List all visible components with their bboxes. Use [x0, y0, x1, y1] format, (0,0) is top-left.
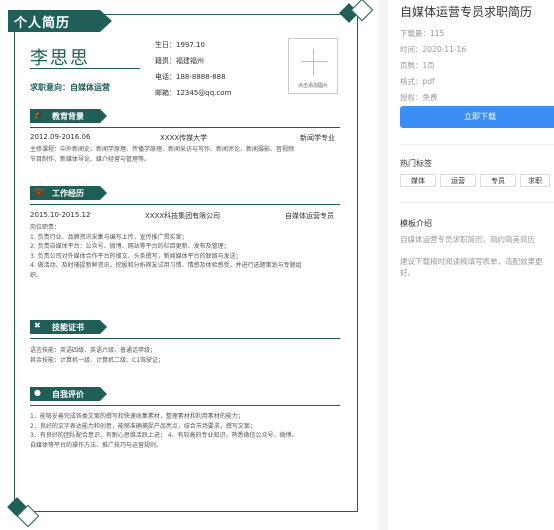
section-title-work: 工作经历: [52, 189, 84, 198]
photo-caption: 点击添加图片: [297, 83, 328, 89]
info-phone: 电话：188-8888-888: [155, 73, 226, 81]
graduation-cap-icon: 🎓: [34, 110, 44, 119]
edu-courses: 主修课程：中外新闻史、新闻学原理、传播学原理、新闻采访与写作、新闻评论、新闻摄影…: [30, 145, 335, 164]
job-intent: 求职意向：自媒体运营: [30, 83, 110, 92]
download-button[interactable]: 立即下载: [400, 106, 554, 128]
tag-item[interactable]: 专员: [480, 174, 516, 187]
section-line-education: [30, 127, 340, 128]
tag-item[interactable]: 运营: [440, 174, 476, 187]
meta-license: 授权：免费: [400, 93, 438, 102]
work-duty-line: 2. 负责自媒体平台：公众号、微博、网站等平台的栏目更新、发布及管理；: [30, 243, 230, 250]
work-duties: 岗位职责： 1. 负责行业、品牌资讯采集与编写上传，宣传推广贯实案； 2. 负责…: [30, 223, 335, 280]
edu-major: 新闻学专业: [300, 134, 335, 142]
edu-school: XXXX传媒大学: [160, 134, 208, 142]
work-duty-line: 织。: [30, 271, 43, 279]
tag-item[interactable]: 求职: [520, 174, 550, 187]
section-title-skills: 技能证书: [52, 323, 84, 332]
info-hometown: 籍贯：福建福州: [155, 57, 204, 65]
work-duty-line: 4. 做活动、及时捕捉新鲜资讯，挖掘和分析网友试用习惯、情感及体验感受，并进行选…: [30, 262, 302, 269]
evaluation-list: 1．能够妥善完成各类文案的撰写和快速收集素材，整理素材和利用素材的能力； 2．良…: [30, 412, 335, 450]
meta-downloads: 下载量：115: [400, 29, 445, 38]
edu-courses-line: 主修课程：中外新闻史、新闻学原理、传播学原理、新闻采访与写作、新闻评论、新闻摄影…: [30, 146, 295, 153]
skills-line: 语言技能：英语四级、英语六级、普通话甲级；: [30, 347, 157, 354]
intro-note-cont: 好。: [400, 268, 415, 277]
skills-list: 语言技能：英语四级、英语六级、普通话甲级； 其余技能：计算机一级、计算机二级、C…: [30, 346, 335, 365]
work-company: XXXX科技集团有限公司: [145, 212, 221, 220]
section-title-evaluation: 自我评价: [52, 390, 84, 399]
work-duty-line: 3. 负责公司对外媒体合作平台的搜文、头条撰写，新闻媒体平台的联络与发送；: [30, 252, 242, 260]
section-line-work: [30, 204, 340, 205]
meta-format: 格式：pdf: [400, 77, 435, 86]
work-duty-line: 岗位职责：: [30, 224, 61, 231]
work-duty-line: 1. 负责行业、品牌资讯采集与编写上传，宣传推广贯实案；: [30, 233, 188, 241]
section-line-skills: [30, 338, 340, 339]
intro-heading: 模板介绍: [400, 219, 432, 228]
work-period: 2015.10-2015.12: [30, 211, 91, 219]
candidate-name: 李思思: [30, 48, 90, 69]
tools-icon: ✖: [34, 321, 41, 330]
briefcase-icon: 💼: [34, 187, 44, 196]
template-title: 自媒体运营专员求职简历: [400, 5, 533, 19]
info-email: 邮箱：12345@qq.com: [155, 89, 232, 97]
work-position: 自媒体运营专员: [285, 212, 334, 220]
user-icon: ●: [34, 388, 41, 397]
name-underline: [30, 68, 140, 69]
edu-period: 2012.09-2016.06: [30, 133, 91, 141]
intro-note: 建议下载稿时阅读稿填写表单，适配效果更: [400, 257, 543, 266]
tag-item[interactable]: 媒体: [400, 174, 436, 187]
section-title-education: 教育背景: [52, 112, 84, 121]
resume-header: 个人简历: [14, 16, 71, 31]
intro-text: 自媒体运营专员求职简历，简约简美简历: [400, 235, 535, 244]
edu-courses-line: 节目制作、新媒体导论、媒介经营与管理等。: [30, 155, 151, 163]
evaluation-line: 1．能够妥善完成各类文案的撰写和快速收集素材，整理素材和利用素材的能力；: [30, 413, 244, 420]
separator: [400, 202, 554, 203]
panel-divider: [378, 0, 388, 530]
evaluation-line: 3．有良好的团队配合意识，有耐心思维活跃上进； 4、有较高的专业知识，熟悉微信公…: [30, 432, 298, 439]
meta-pages: 页数：1页: [400, 61, 435, 70]
evaluation-line: 2．良好的文字表达能力和创意，能够准确捕捉产品亮点，结合市场要求，撰写文案；: [30, 422, 256, 430]
evaluation-line: 自媒体等平台的操作方法、推广技巧与运营规则。: [30, 441, 163, 449]
skills-line: 其余技能：计算机一级、计算机二级、C1驾驶证；: [30, 356, 165, 364]
info-birthday: 生日：1997.10: [155, 41, 205, 49]
section-line-evaluation: [30, 405, 340, 406]
meta-time: 时间：2020-11-16: [400, 45, 467, 54]
resume-preview: 个人简历 李思思 求职意向：自媒体运营 生日：1997.10 籍贯：福建福州 电…: [0, 0, 378, 530]
separator: [400, 144, 554, 145]
tags-heading: 热门标签: [400, 159, 432, 168]
